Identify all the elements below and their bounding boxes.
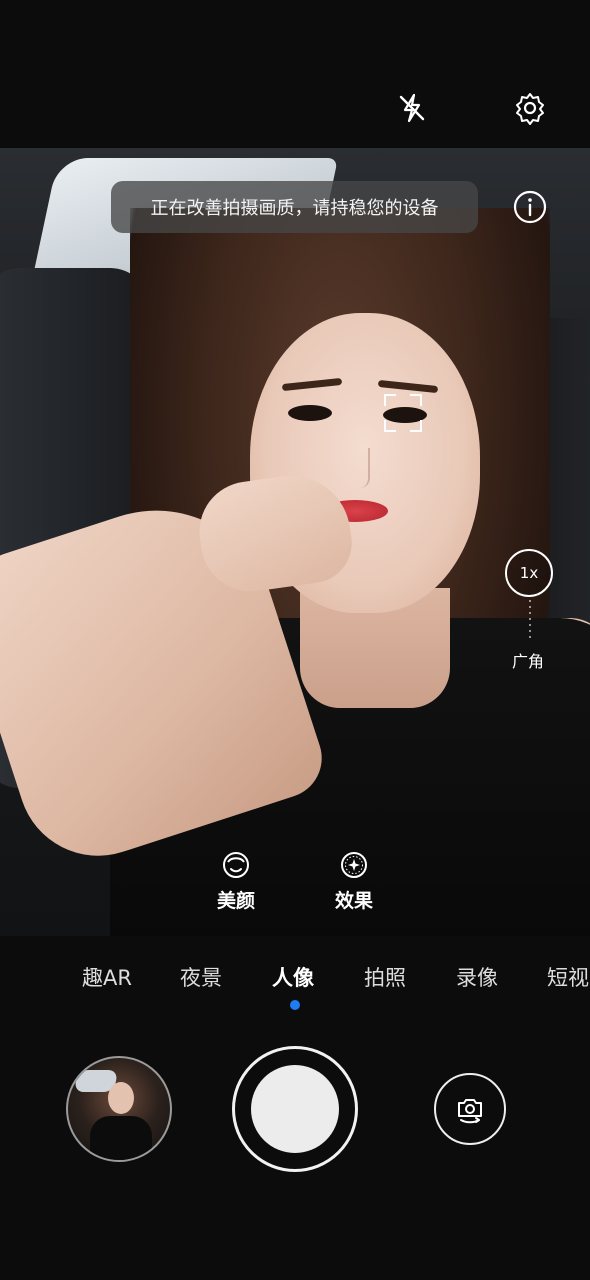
stabilize-toast: 正在改善拍摄画质，请持稳您的设备 [111,181,478,233]
shutter-inner [251,1065,339,1153]
active-mode-indicator [290,1000,300,1010]
camera-switch-button[interactable] [434,1073,506,1145]
shutter-button[interactable] [232,1046,358,1172]
effect-label: 效果 [334,890,373,912]
wide-angle-label[interactable]: 广角 [512,648,544,672]
mode-portrait[interactable]: 人像 [272,962,314,992]
sparkle-effect-icon [339,850,369,880]
gallery-thumbnail[interactable] [66,1056,172,1162]
viewfinder[interactable] [0,148,590,936]
zoom-slider-track[interactable] [529,600,531,638]
effect-button[interactable]: 效果 [314,850,394,913]
gear-icon[interactable] [510,88,550,128]
beauty-button[interactable]: 美颜 [196,850,276,913]
mode-short-video[interactable]: 短视 [547,962,589,992]
beauty-label: 美颜 [216,890,255,912]
flash-off-icon[interactable] [392,88,432,128]
eye-focus-frame [384,394,422,432]
mode-selector: 趣AR 夜景 人像 拍照 录像 短视 [0,962,590,998]
camera-screen: 正在改善拍摄画质，请持稳您的设备 1x 广角 美颜 效果 趣AR 夜景 人像 拍 [0,0,590,1280]
camera-switch-icon [458,1099,482,1124]
mode-video[interactable]: 录像 [456,962,498,992]
mode-night[interactable]: 夜景 [180,962,222,992]
zoom-level-button[interactable]: 1x [505,549,553,597]
subject-eye-left [288,405,332,421]
face-beauty-icon [221,850,251,880]
info-icon[interactable] [510,187,550,227]
mode-ar[interactable]: 趣AR [82,962,132,992]
mode-photo[interactable]: 拍照 [364,962,406,992]
subject-nose [350,448,370,488]
